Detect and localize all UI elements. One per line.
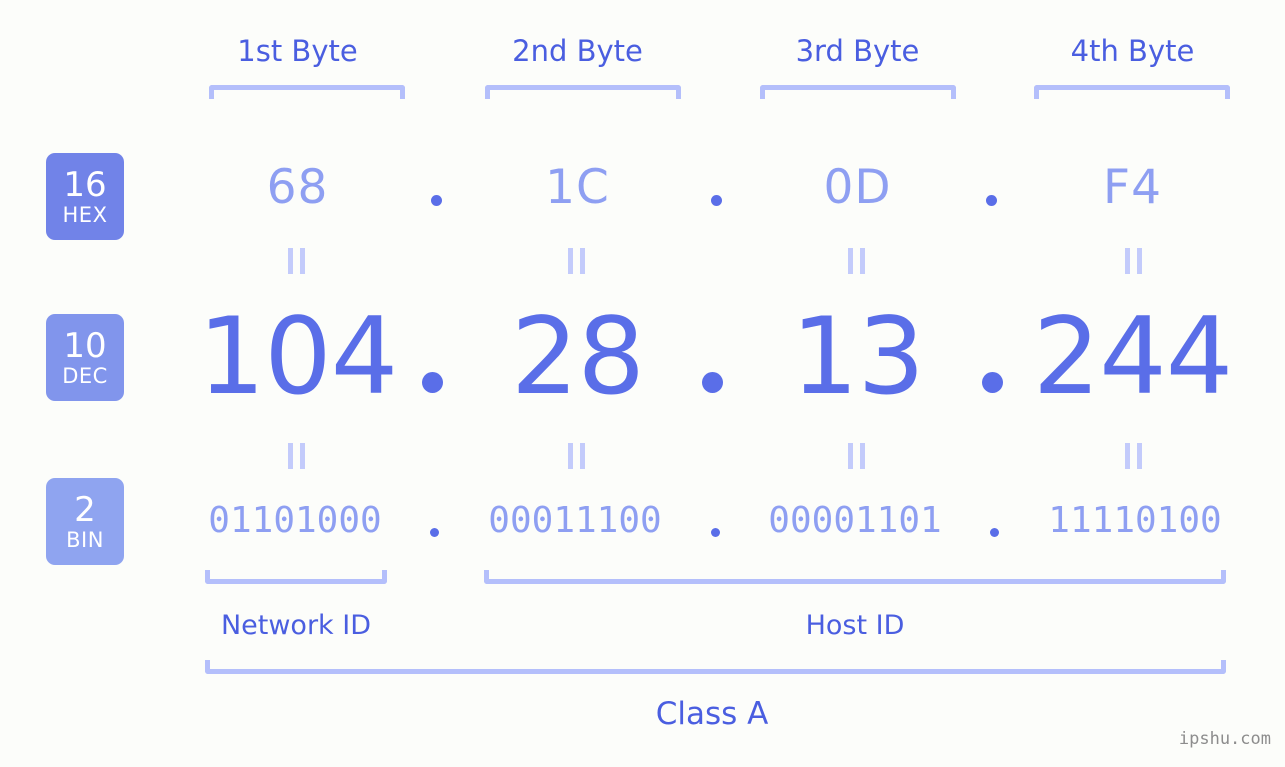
hex-byte-1: 68 bbox=[266, 160, 329, 215]
hex-byte-4: F4 bbox=[1103, 160, 1162, 215]
byte-header-3-label: 3rd Byte bbox=[795, 34, 920, 68]
equality-bar bbox=[860, 248, 865, 274]
equality-bar bbox=[568, 443, 573, 469]
bin-byte-2: 00011100 bbox=[488, 500, 662, 541]
bin-separator-1 bbox=[430, 528, 439, 537]
equality-bar bbox=[300, 248, 305, 274]
dec-byte-4: 244 bbox=[1032, 295, 1233, 418]
dec-byte-3: 13 bbox=[791, 295, 925, 418]
equality-bar bbox=[1125, 443, 1130, 469]
equality-bar bbox=[1137, 443, 1142, 469]
site-watermark: ipshu.com bbox=[1178, 729, 1271, 749]
dec-separator-2 bbox=[702, 372, 723, 393]
hex-separator-1 bbox=[431, 195, 442, 206]
byte-bracket-2 bbox=[485, 85, 681, 99]
hex-separator-3 bbox=[986, 195, 997, 206]
equality-bar bbox=[580, 248, 585, 274]
equality-mark-hex-dec-1 bbox=[288, 248, 305, 274]
hex-byte-2: 1C bbox=[545, 160, 610, 215]
host-id-bracket bbox=[484, 570, 1226, 584]
byte-header-1-label: 1st Byte bbox=[237, 34, 358, 68]
network-id-bracket bbox=[205, 570, 387, 584]
class-label: Class A bbox=[655, 696, 769, 732]
equality-bar bbox=[568, 248, 573, 274]
class-bracket bbox=[205, 660, 1226, 674]
base-badge-bin-number: 2 bbox=[74, 489, 96, 530]
host-id-label: Host ID bbox=[805, 610, 905, 641]
byte-header-1: 1st Byte bbox=[195, 30, 400, 72]
equality-mark-dec-bin-4 bbox=[1125, 443, 1142, 469]
ip-breakdown-diagram: 1st Byte 2nd Byte 3rd Byte 4th Byte 16 H… bbox=[0, 0, 1285, 767]
dec-separator-3 bbox=[982, 372, 1003, 393]
byte-bracket-1 bbox=[209, 85, 405, 99]
base-badge-dec-label: DEC bbox=[62, 363, 108, 388]
equality-mark-dec-bin-1 bbox=[288, 443, 305, 469]
base-badge-dec: 10 DEC bbox=[46, 314, 124, 401]
equality-bar bbox=[288, 248, 293, 274]
hex-separator-2 bbox=[711, 195, 722, 206]
network-id-label: Network ID bbox=[220, 610, 372, 641]
equality-mark-dec-bin-2 bbox=[568, 443, 585, 469]
equality-bar bbox=[860, 443, 865, 469]
bin-separator-3 bbox=[990, 528, 999, 537]
equality-bar bbox=[848, 248, 853, 274]
base-badge-bin-label: BIN bbox=[66, 527, 104, 552]
bin-byte-3: 00001101 bbox=[768, 500, 942, 541]
dec-separator-1 bbox=[422, 372, 443, 393]
hex-byte-3: 0D bbox=[823, 160, 892, 215]
equality-bar bbox=[580, 443, 585, 469]
equality-mark-dec-bin-3 bbox=[848, 443, 865, 469]
byte-header-4-label: 4th Byte bbox=[1070, 34, 1195, 68]
byte-header-4: 4th Byte bbox=[1030, 30, 1235, 72]
equality-bar bbox=[288, 443, 293, 469]
bin-separator-2 bbox=[711, 528, 720, 537]
bin-byte-1: 01101000 bbox=[208, 500, 382, 541]
byte-bracket-4 bbox=[1034, 85, 1230, 99]
byte-header-3: 3rd Byte bbox=[755, 30, 960, 72]
dec-byte-1: 104 bbox=[197, 295, 398, 418]
equality-bar bbox=[1125, 248, 1130, 274]
equality-bar bbox=[1137, 248, 1142, 274]
equality-mark-hex-dec-4 bbox=[1125, 248, 1142, 274]
base-badge-hex-number: 16 bbox=[63, 164, 107, 205]
base-badge-hex-label: HEX bbox=[62, 202, 108, 227]
base-badge-dec-number: 10 bbox=[63, 325, 107, 366]
equality-mark-hex-dec-3 bbox=[848, 248, 865, 274]
base-badge-hex: 16 HEX bbox=[46, 153, 124, 240]
equality-mark-hex-dec-2 bbox=[568, 248, 585, 274]
byte-bracket-3 bbox=[760, 85, 956, 99]
byte-header-2-label: 2nd Byte bbox=[512, 34, 643, 68]
base-badge-bin: 2 BIN bbox=[46, 478, 124, 565]
dec-byte-2: 28 bbox=[511, 295, 645, 418]
bin-byte-4: 11110100 bbox=[1048, 500, 1222, 541]
byte-header-2: 2nd Byte bbox=[475, 30, 680, 72]
equality-bar bbox=[300, 443, 305, 469]
equality-bar bbox=[848, 443, 853, 469]
